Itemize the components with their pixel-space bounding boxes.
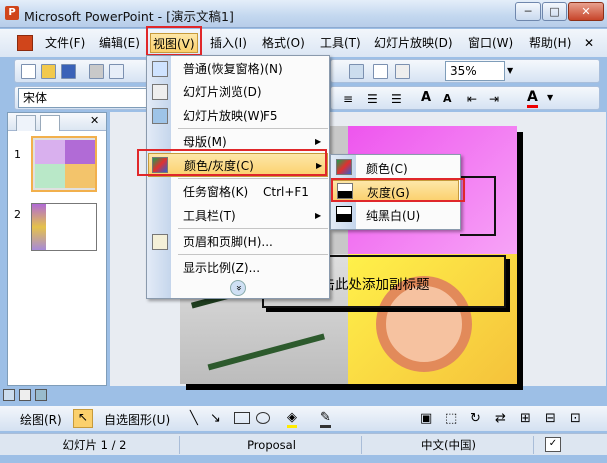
slide-thumbnail-1[interactable] bbox=[31, 136, 97, 192]
increase-font-icon[interactable]: A bbox=[421, 90, 431, 105]
header-footer-icon bbox=[152, 234, 168, 250]
slide-thumbnail-2[interactable] bbox=[31, 203, 97, 251]
normal-view-button-icon[interactable] bbox=[3, 389, 15, 401]
draw-menu-button[interactable]: 绘图(R) bbox=[20, 411, 62, 428]
chart-icon[interactable] bbox=[349, 64, 364, 79]
menu-close-icon[interactable]: ✕ bbox=[584, 36, 594, 50]
slide-counter: 幻灯片 1 / 2 bbox=[10, 436, 180, 454]
group-icon[interactable]: ⊡ bbox=[570, 411, 581, 426]
rotate-icon[interactable]: ↻ bbox=[470, 411, 481, 426]
font-color-icon[interactable]: A bbox=[527, 89, 538, 108]
menu-separator bbox=[178, 178, 328, 179]
bullets-icon[interactable]: ☰ bbox=[367, 92, 378, 106]
design-template-name: Proposal bbox=[182, 436, 362, 454]
menu-file[interactable]: 文件(F) bbox=[43, 33, 87, 53]
3d-style-icon[interactable]: ⬚ bbox=[445, 411, 457, 426]
color-icon bbox=[336, 159, 352, 175]
document-icon[interactable] bbox=[17, 35, 33, 51]
zoom-dropdown-chevron-icon[interactable]: ▼ bbox=[507, 66, 513, 75]
grid-icon[interactable] bbox=[373, 64, 388, 79]
view-menu-highlight-box bbox=[146, 26, 202, 56]
pane-close-icon[interactable]: ✕ bbox=[90, 114, 99, 127]
new-icon[interactable] bbox=[21, 64, 36, 79]
menu-item-slideshow[interactable]: 幻灯片放映(W) F5 bbox=[148, 104, 328, 128]
view-buttons bbox=[3, 388, 63, 404]
shadow-style-icon[interactable]: ▣ bbox=[420, 411, 432, 426]
menu-item-header-footer[interactable]: 页眉和页脚(H)... bbox=[148, 230, 328, 254]
menu-edit[interactable]: 编辑(E) bbox=[97, 33, 142, 53]
grayscale-highlight-box bbox=[331, 178, 465, 202]
slide-sorter-button-icon[interactable] bbox=[19, 389, 31, 401]
distribute-icon[interactable]: ⊟ bbox=[545, 411, 556, 426]
autoshapes-menu-button[interactable]: 自选图形(U) bbox=[104, 411, 170, 428]
thumbnail-number: 2 bbox=[14, 208, 21, 221]
status-bar: 幻灯片 1 / 2 Proposal 中文(中国) ✓ bbox=[0, 433, 607, 455]
menu-slideshow[interactable]: 幻灯片放映(D) bbox=[372, 33, 455, 53]
thumbnail-number: 1 bbox=[14, 148, 21, 161]
black-white-icon bbox=[336, 206, 352, 222]
outline-tab-icon[interactable] bbox=[16, 115, 36, 131]
title-bar: P Microsoft PowerPoint - [演示文稿1] ─ □ ✕ bbox=[0, 0, 607, 28]
slides-pane-tabs: ✕ bbox=[8, 113, 106, 131]
decrease-font-icon[interactable]: A bbox=[443, 92, 452, 105]
menu-item-slide-sorter[interactable]: 幻灯片浏览(D) bbox=[148, 80, 328, 104]
menu-format[interactable]: 格式(O) bbox=[260, 33, 307, 53]
language-indicator: 中文(中国) bbox=[364, 436, 534, 454]
minimize-button[interactable]: ─ bbox=[515, 2, 541, 21]
select-pointer-icon[interactable]: ↖ bbox=[73, 409, 93, 428]
slideshow-icon bbox=[152, 108, 168, 124]
open-folder-icon[interactable] bbox=[41, 64, 56, 79]
window-close-button[interactable]: ✕ bbox=[568, 2, 604, 21]
font-color-dropdown-icon[interactable]: ▼ bbox=[547, 93, 553, 102]
menu-window[interactable]: 窗口(W) bbox=[466, 33, 515, 53]
standard-toolbar bbox=[14, 59, 148, 83]
line-tool-icon[interactable]: ╲ bbox=[190, 411, 198, 426]
outdent-icon[interactable]: ⇥ bbox=[489, 92, 499, 106]
submenu-item-color[interactable]: 颜色(C) bbox=[331, 156, 460, 179]
submenu-arrow-icon: ▶ bbox=[315, 211, 322, 220]
menu-bar: 文件(F) 编辑(E) 视图(V) 插入(I) 格式(O) 工具(T) 幻灯片放… bbox=[0, 29, 607, 57]
print-icon[interactable] bbox=[89, 64, 104, 79]
powerpoint-app-icon: P bbox=[5, 6, 19, 20]
normal-view-icon bbox=[152, 61, 168, 77]
menu-item-toolbars[interactable]: 工具栏(T) ▶ bbox=[148, 204, 328, 228]
align-right-icon[interactable]: ≡ bbox=[343, 92, 353, 106]
print-preview-icon[interactable] bbox=[109, 64, 124, 79]
expand-menu-icon[interactable]: » bbox=[230, 280, 246, 296]
rectangle-tool-icon[interactable] bbox=[234, 412, 250, 424]
save-icon[interactable] bbox=[61, 64, 76, 79]
align-icon[interactable]: ⊞ bbox=[520, 411, 531, 426]
title-placeholder-edge bbox=[460, 176, 496, 236]
numbering-icon[interactable]: ☰ bbox=[391, 92, 402, 106]
arrow-tool-icon[interactable]: ↘ bbox=[210, 411, 221, 426]
font-name-input[interactable]: 宋体 bbox=[18, 88, 148, 108]
submenu-item-black-white[interactable]: 纯黑白(U) bbox=[331, 203, 460, 226]
slideshow-button-icon[interactable] bbox=[35, 389, 47, 401]
menu-item-normal[interactable]: 普通(恢复窗格)(N) bbox=[148, 57, 328, 81]
flip-icon[interactable]: ⇄ bbox=[495, 411, 506, 426]
spell-check-icon[interactable]: ✓ bbox=[545, 437, 561, 452]
menu-separator bbox=[178, 228, 328, 229]
menu-tools[interactable]: 工具(T) bbox=[318, 33, 363, 53]
line-color-icon[interactable]: ✎ bbox=[320, 410, 331, 428]
menu-help[interactable]: 帮助(H) bbox=[527, 33, 573, 53]
formatting-toolbar-right: ≡ ☰ ☰ A A ⇤ ⇥ A ▼ bbox=[330, 86, 600, 110]
oval-tool-icon[interactable] bbox=[256, 412, 270, 424]
menu-separator bbox=[178, 254, 328, 255]
menu-item-zoom[interactable]: 显示比例(Z)... bbox=[148, 256, 328, 280]
zoom-input[interactable]: 35% bbox=[445, 61, 505, 81]
menu-item-task-pane[interactable]: 任务窗格(K) Ctrl+F1 bbox=[148, 180, 328, 204]
table-icon[interactable] bbox=[395, 64, 410, 79]
fill-color-icon[interactable]: ◈ bbox=[287, 410, 297, 428]
menu-separator bbox=[178, 128, 328, 129]
maximize-button[interactable]: □ bbox=[542, 2, 567, 21]
window-title: Microsoft PowerPoint - [演示文稿1] bbox=[24, 9, 234, 24]
slide-sorter-icon bbox=[152, 84, 168, 100]
slides-tab-icon[interactable] bbox=[40, 115, 60, 131]
color-grayscale-highlight-box bbox=[137, 149, 327, 176]
indent-icon[interactable]: ⇤ bbox=[467, 92, 477, 106]
menu-insert[interactable]: 插入(I) bbox=[208, 33, 249, 53]
drawing-toolbar: 绘图(R) ↖ 自选图形(U) ╲ ↘ ◈ ✎ ▣ ⬚ ↻ ⇄ ⊞ ⊟ ⊡ bbox=[0, 406, 607, 431]
